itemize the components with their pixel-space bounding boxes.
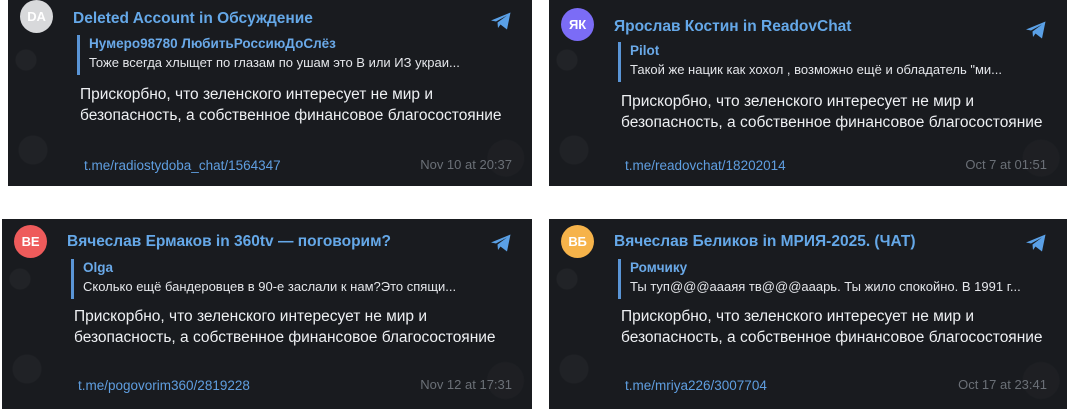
quote-text: Сколько ещё бандеровцев в 90-е заслали к… (83, 279, 457, 294)
message-text: Прискорбно, что зеленского интересует не… (621, 308, 1043, 346)
card-header[interactable]: Deleted Account in Обсуждение (73, 10, 472, 28)
telegram-icon[interactable] (1023, 18, 1049, 42)
quote-text: Такой же нацик как хохол , возможно ещё … (630, 62, 1002, 77)
message-card[interactable]: ВЕ Вячеслав Ермаков in 360tv — поговорим… (2, 219, 532, 409)
quote-author: Pilot (630, 43, 660, 58)
telegram-icon[interactable] (1023, 231, 1049, 255)
avatar[interactable]: DA (20, 0, 53, 33)
telegram-icon[interactable] (488, 9, 514, 33)
avatar[interactable]: ЯК (561, 8, 594, 41)
timestamp: Nov 12 at 17:31 (420, 377, 512, 392)
avatar[interactable]: ВЕ (14, 225, 47, 258)
avatar[interactable]: ВБ (561, 225, 594, 258)
timestamp: Nov 10 at 20:37 (420, 157, 512, 172)
message-card[interactable]: ВБ Вячеслав Беликов in МРИЯ-2025. (ЧАТ) … (549, 219, 1067, 409)
message-text: Прискорбно, что зеленского интересует не… (80, 86, 502, 124)
reply-quote[interactable]: Pilot Такой же нацик как хохол , возможн… (618, 42, 1047, 82)
quote-author: Olga (83, 260, 114, 275)
timestamp: Oct 17 at 23:41 (958, 377, 1047, 392)
message-link[interactable]: t.me/pogovorim360/2819228 (78, 378, 250, 393)
quote-author: Нумеро98780 ЛюбитьРоссиюДоСлёз (89, 36, 336, 51)
message-text: Прискорбно, что зеленского интересует не… (621, 93, 1043, 131)
message-link[interactable]: t.me/radiostydoba_chat/1564347 (84, 158, 281, 173)
quote-author: Ромчику (630, 260, 688, 275)
reply-quote[interactable]: Нумеро98780 ЛюбитьРоссиюДоСлёз Тоже всег… (77, 35, 512, 75)
message-card[interactable]: ЯК Ярослав Костин in ReadovChat Pilot Та… (549, 0, 1067, 186)
card-header[interactable]: Вячеслав Беликов in МРИЯ-2025. (ЧАТ) (614, 233, 1007, 251)
reply-quote[interactable]: Olga Сколько ещё бандеровцев в 90-е засл… (71, 259, 512, 299)
timestamp: Oct 7 at 01:51 (965, 157, 1047, 172)
card-header[interactable]: Вячеслав Ермаков in 360tv — поговорим? (67, 233, 472, 251)
message-link[interactable]: t.me/readovchat/18202014 (625, 158, 786, 173)
reply-quote[interactable]: Ромчику Ты туп@@@аааяя тв@@@ааарь. Ты жи… (618, 259, 1047, 299)
quote-text: Ты туп@@@аааяя тв@@@ааарь. Ты жило споко… (630, 279, 1021, 294)
quote-text: Тоже всегда хлыщет по глазам по ушам это… (89, 55, 460, 70)
telegram-icon[interactable] (488, 231, 514, 255)
message-text: Прискорбно, что зеленского интересует не… (74, 308, 496, 346)
message-link[interactable]: t.me/mriya226/3007704 (625, 378, 767, 393)
card-header[interactable]: Ярослав Костин in ReadovChat (614, 18, 1007, 36)
message-card[interactable]: DA Deleted Account in Обсуждение Нумеро9… (8, 0, 532, 186)
